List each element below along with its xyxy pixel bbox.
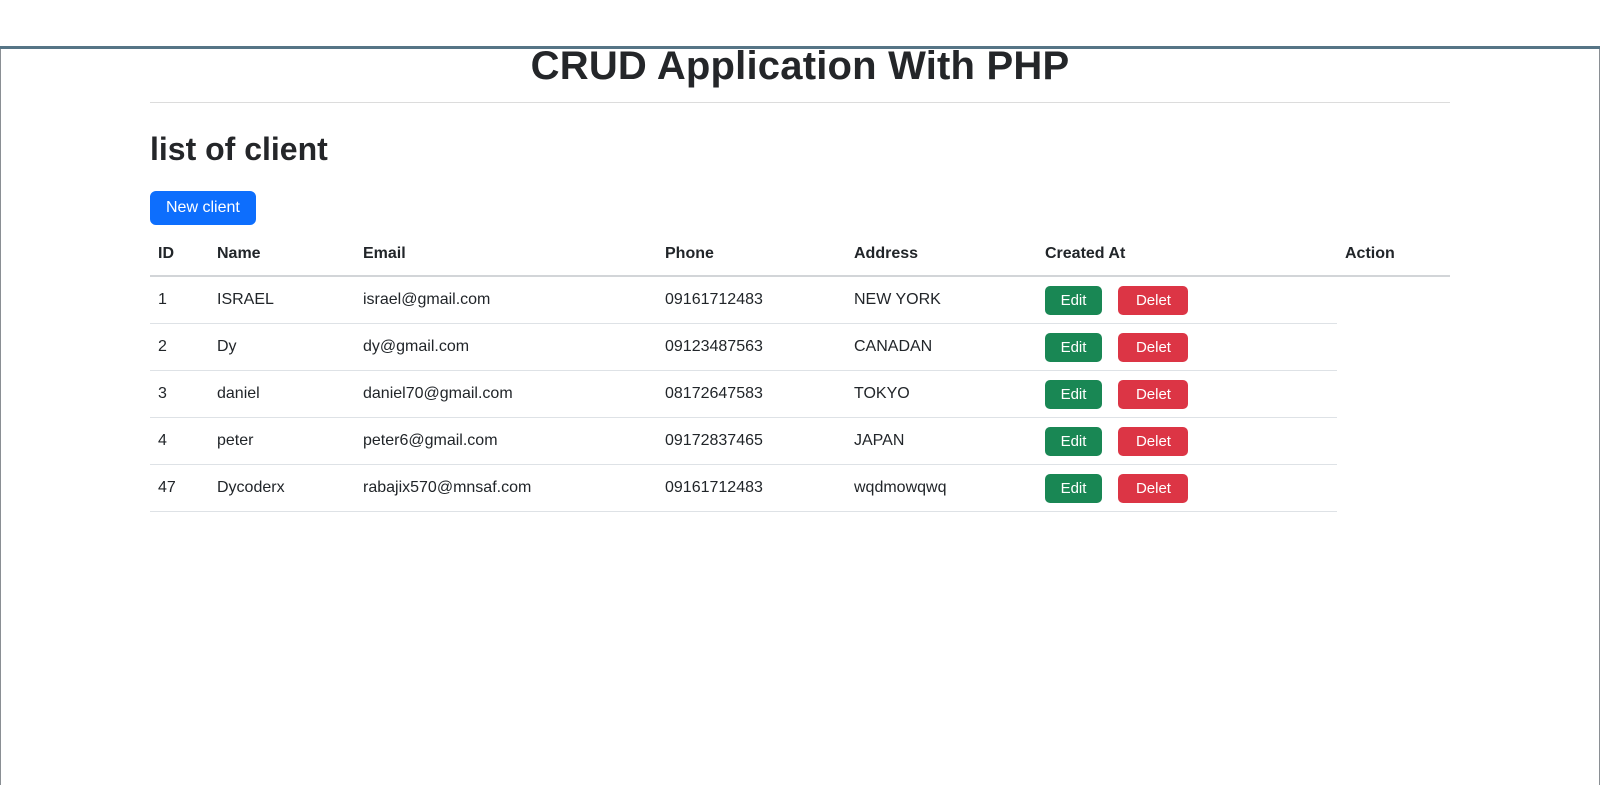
- cell-actions: Edit Delet: [1037, 464, 1337, 512]
- edit-button[interactable]: Edit: [1045, 426, 1102, 456]
- header-created-at: Created At: [1037, 235, 1337, 277]
- header-email: Email: [355, 235, 657, 277]
- page-title: CRUD Application With PHP: [530, 44, 1070, 88]
- cell-name: ISRAEL: [209, 276, 355, 324]
- edit-button[interactable]: Edit: [1045, 332, 1102, 362]
- cell-name: Dycoderx: [209, 464, 355, 512]
- cell-phone: 09123487563: [657, 323, 846, 371]
- cell-id: 1: [150, 276, 209, 324]
- cell-address: JAPAN: [846, 417, 1037, 465]
- title-divider: [150, 102, 1450, 103]
- window-top-accent: [0, 46, 1600, 49]
- edit-button[interactable]: Edit: [1045, 379, 1102, 409]
- cell-phone: 09161712483: [657, 276, 846, 324]
- cell-name: peter: [209, 417, 355, 465]
- cell-id: 2: [150, 323, 209, 371]
- cell-phone: 09161712483: [657, 464, 846, 512]
- delete-button[interactable]: Delet: [1118, 332, 1189, 362]
- main-container: CRUD Application With PHP list of client…: [150, 46, 1450, 512]
- cell-address: TOKYO: [846, 370, 1037, 418]
- cell-phone: 09172837465: [657, 417, 846, 465]
- table-row: 1 ISRAEL israel@gmail.com 09161712483 NE…: [150, 276, 1450, 324]
- delete-button[interactable]: Delet: [1118, 426, 1189, 456]
- header-action: Action: [1337, 235, 1450, 277]
- edit-button[interactable]: Edit: [1045, 473, 1102, 503]
- cell-address: NEW YORK: [846, 276, 1037, 324]
- cell-email: peter6@gmail.com: [355, 417, 657, 465]
- section-title: list of client: [150, 131, 328, 167]
- new-client-button[interactable]: New client: [150, 191, 256, 225]
- table-header-row: ID Name Email Phone Address Created At A…: [150, 235, 1450, 277]
- table-row: 4 peter peter6@gmail.com 09172837465 JAP…: [150, 417, 1450, 465]
- table-row: 2 Dy dy@gmail.com 09123487563 CANADAN Ed…: [150, 323, 1450, 371]
- cell-name: daniel: [209, 370, 355, 418]
- delete-button[interactable]: Delet: [1118, 285, 1189, 315]
- header-phone: Phone: [657, 235, 846, 277]
- cell-id: 47: [150, 464, 209, 512]
- cell-actions: Edit Delet: [1037, 276, 1337, 324]
- cell-actions: Edit Delet: [1037, 323, 1337, 371]
- cell-id: 3: [150, 370, 209, 418]
- edit-button[interactable]: Edit: [1045, 285, 1102, 315]
- delete-button[interactable]: Delet: [1118, 379, 1189, 409]
- cell-address: CANADAN: [846, 323, 1037, 371]
- cell-name: Dy: [209, 323, 355, 371]
- cell-email: dy@gmail.com: [355, 323, 657, 371]
- cell-actions: Edit Delet: [1037, 417, 1337, 465]
- cell-id: 4: [150, 417, 209, 465]
- delete-button[interactable]: Delet: [1118, 473, 1189, 503]
- table-row: 47 Dycoderx rabajix570@mnsaf.com 0916171…: [150, 464, 1450, 512]
- header-name: Name: [209, 235, 355, 277]
- cell-phone: 08172647583: [657, 370, 846, 418]
- header-id: ID: [150, 235, 209, 277]
- client-table: ID Name Email Phone Address Created At A…: [150, 235, 1450, 512]
- cell-address: wqdmowqwq: [846, 464, 1037, 512]
- cell-email: rabajix570@mnsaf.com: [355, 464, 657, 512]
- cell-actions: Edit Delet: [1037, 370, 1337, 418]
- header-address: Address: [846, 235, 1037, 277]
- cell-email: daniel70@gmail.com: [355, 370, 657, 418]
- cell-email: israel@gmail.com: [355, 276, 657, 324]
- table-row: 3 daniel daniel70@gmail.com 08172647583 …: [150, 370, 1450, 418]
